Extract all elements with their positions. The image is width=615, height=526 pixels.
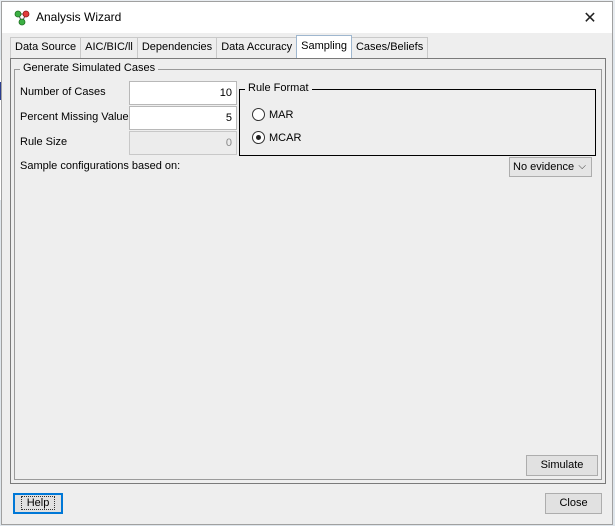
rule-format-title: Rule Format bbox=[245, 82, 312, 94]
tab-sampling[interactable]: Sampling bbox=[296, 35, 352, 58]
radio-checked-icon[interactable] bbox=[252, 131, 265, 144]
rule-format-group: Rule Format MAR MCAR bbox=[239, 82, 596, 156]
tab-dependencies[interactable]: Dependencies bbox=[136, 37, 218, 58]
percent-missing-field[interactable]: 5 bbox=[129, 106, 237, 130]
network-nodes-icon bbox=[14, 10, 30, 26]
rule-size-label: Rule Size bbox=[20, 136, 68, 148]
number-of-cases-field[interactable]: 10 bbox=[129, 81, 237, 105]
generate-simulated-cases-group: Generate Simulated Cases Number of Cases… bbox=[14, 62, 602, 480]
help-button[interactable]: Help bbox=[13, 493, 63, 514]
radio-mcar-label: MCAR bbox=[269, 131, 302, 144]
tab-data-source[interactable]: Data Source bbox=[10, 37, 82, 58]
sample-config-value: No evidence bbox=[513, 161, 575, 173]
group-title: Generate Simulated Cases bbox=[20, 62, 159, 74]
number-of-cases-label: Number of Cases bbox=[20, 86, 106, 98]
tab-cases-beliefs[interactable]: Cases/Beliefs bbox=[350, 37, 429, 58]
title-bar: Analysis Wizard ✕ bbox=[2, 2, 612, 33]
chevron-down-icon: ⌵ bbox=[578, 161, 586, 172]
radio-mcar[interactable]: MCAR bbox=[252, 131, 301, 144]
simulate-button[interactable]: Simulate bbox=[526, 455, 598, 476]
rule-size-field: 0 bbox=[129, 131, 237, 155]
percent-missing-label: Percent Missing Values bbox=[20, 111, 135, 123]
tab-aic-bic-ll[interactable]: AIC/BIC/ll bbox=[80, 37, 138, 58]
sampling-panel: Generate Simulated Cases Number of Cases… bbox=[10, 58, 606, 484]
tab-data-accuracy[interactable]: Data Accuracy bbox=[216, 37, 298, 58]
sample-config-label: Sample configurations based on: bbox=[20, 160, 181, 172]
radio-mar[interactable]: MAR bbox=[252, 108, 293, 121]
window-title: Analysis Wizard bbox=[36, 10, 122, 24]
radio-mar-label: MAR bbox=[269, 108, 294, 121]
close-icon[interactable]: ✕ bbox=[568, 2, 612, 33]
analysis-wizard-dialog: Analysis Wizard ✕ Data Source AIC/BIC/ll… bbox=[1, 1, 613, 525]
help-button-label: Help bbox=[20, 496, 56, 510]
close-button[interactable]: Close bbox=[545, 493, 602, 514]
radio-circle-icon[interactable] bbox=[252, 108, 265, 121]
tab-bar: Data Source AIC/BIC/ll Dependencies Data… bbox=[10, 35, 429, 58]
sample-config-dropdown[interactable]: No evidence ⌵ bbox=[509, 157, 592, 177]
